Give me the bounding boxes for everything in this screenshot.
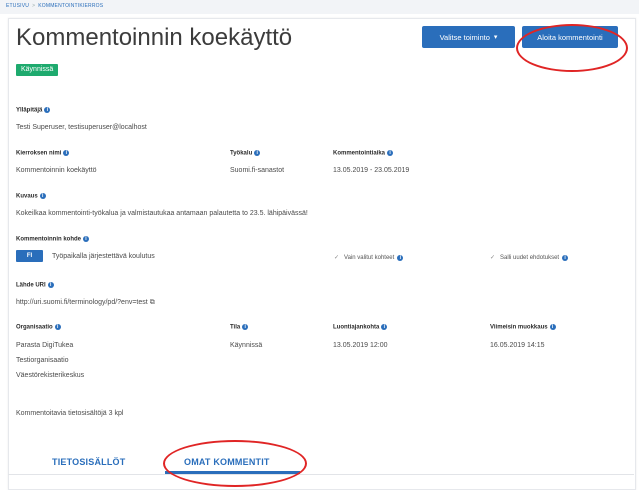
only-selected-checkbox[interactable]: ✓ Vain valitut kohteet i: [334, 254, 404, 261]
created-label: Luontiajankohta i: [333, 324, 388, 331]
info-icon[interactable]: i: [54, 324, 61, 330]
tabs-divider: [8, 474, 634, 475]
info-icon[interactable]: i: [397, 254, 404, 261]
info-icon[interactable]: i: [47, 282, 54, 288]
info-icon[interactable]: i: [63, 150, 70, 156]
info-icon[interactable]: i: [44, 107, 51, 113]
tab-resources[interactable]: TIETOSISÄLLÖT: [52, 457, 125, 467]
info-icon[interactable]: i: [381, 324, 388, 330]
status-badge: Käynnissä: [16, 64, 59, 76]
active-tab-indicator: [165, 471, 300, 474]
info-icon[interactable]: i: [549, 324, 556, 330]
modified-value: 16.05.2019 14:15: [490, 342, 545, 349]
org-value-3: Väestörekisterikeskus: [16, 372, 85, 379]
org-value-1: Parasta DigiTukea: [16, 342, 74, 349]
info-icon[interactable]: i: [562, 254, 569, 261]
chevron-down-icon: ▾: [493, 34, 498, 41]
source-link[interactable]: http://uri.suomi.fi/terminology/pd/?env=…: [16, 299, 148, 306]
source-label: Lähde URI i: [16, 282, 54, 289]
round-name-label: Kierroksen nimi i: [16, 150, 70, 157]
created-value: 13.05.2019 12:00: [333, 342, 388, 349]
breadcrumb-current: KOMMENTOINTIKIERROS: [38, 3, 104, 9]
allow-new-checkbox[interactable]: ✓ Salli uudet ehdotukset i: [490, 254, 569, 261]
modified-label: Viimeisin muokkaus i: [490, 324, 556, 331]
breadcrumb: ETUSIVU > KOMMENTOINTIKIERROS: [6, 3, 103, 9]
period-value: 13.05.2019 - 23.05.2019: [333, 167, 410, 174]
org-value-2: Testiorganisaatio: [16, 357, 69, 364]
language-badge: FI: [16, 250, 43, 262]
description-value: Kokeilkaa kommentointi-työkalua ja valmi…: [16, 210, 308, 217]
round-name-value: Kommentoinnin koekäyttö: [16, 167, 97, 174]
info-icon[interactable]: i: [83, 236, 89, 242]
select-action-label: Valitse toiminto: [439, 32, 490, 42]
target-value: Työpaikalla järjestettävä koulutus: [52, 253, 155, 260]
breadcrumb-home[interactable]: ETUSIVU: [6, 3, 29, 9]
description-label: Kuvaus i: [16, 193, 46, 200]
check-icon: ✓: [490, 255, 496, 261]
resource-count: Kommentoitavia tietosisältöjä 3 kpl: [16, 410, 124, 417]
breadcrumb-separator: >: [32, 3, 36, 9]
info-icon[interactable]: i: [254, 150, 261, 156]
start-commenting-button[interactable]: Aloita kommentointi: [522, 26, 618, 48]
check-icon: ✓: [334, 255, 340, 261]
info-icon[interactable]: i: [39, 193, 46, 199]
admin-value: Testi Superuser, testisuperuser@localhos…: [16, 124, 147, 131]
select-action-button[interactable]: Valitse toiminto ▾: [422, 26, 515, 48]
page-title: Kommentoinnin koekäyttö: [16, 24, 293, 51]
info-icon[interactable]: i: [242, 324, 249, 330]
info-icon[interactable]: i: [387, 150, 394, 156]
state-value: Käynnissä: [230, 342, 263, 349]
tool-value: Suomi.fi-sanastot: [230, 167, 285, 174]
target-label: Kommentoinnin kohde i: [16, 236, 89, 243]
period-label: Kommentointiaika i: [333, 150, 394, 157]
admin-label: Ylläpitäjä i: [16, 107, 51, 114]
tab-own-comments[interactable]: OMAT KOMMENTIT: [184, 457, 270, 467]
org-label: Organisaatio i: [16, 324, 61, 331]
state-label: Tila i: [230, 324, 249, 331]
top-bar: ETUSIVU > KOMMENTOINTIKIERROS: [0, 0, 639, 14]
tool-label: Työkalu i: [230, 150, 261, 157]
source-value: http://uri.suomi.fi/terminology/pd/?env=…: [16, 299, 155, 307]
copy-icon[interactable]: ⧉: [150, 299, 155, 306]
